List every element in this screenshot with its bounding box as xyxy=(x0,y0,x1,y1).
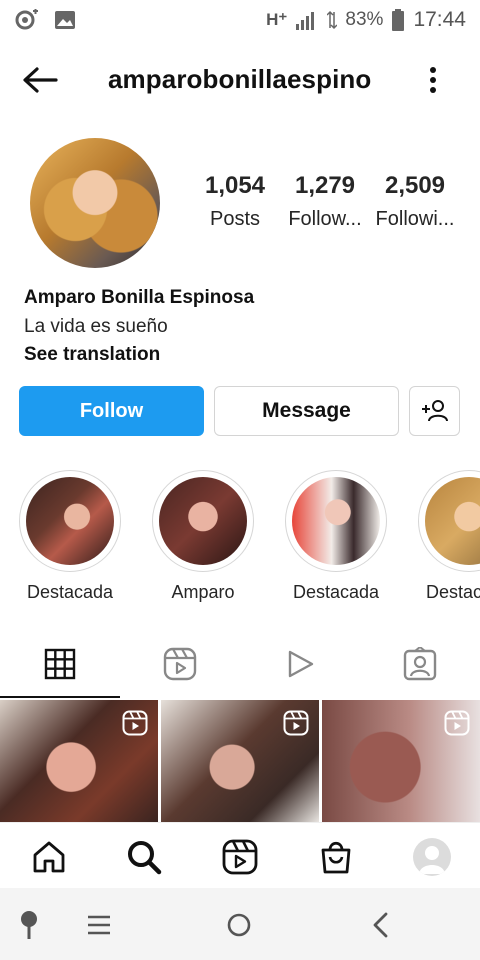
reel-badge-icon xyxy=(122,710,148,736)
stat-value: 1,054 xyxy=(204,172,266,199)
post-thumbnail[interactable] xyxy=(0,700,158,822)
highlight-photo xyxy=(26,477,114,565)
tab-grid[interactable] xyxy=(0,630,120,698)
highlight-cover xyxy=(152,470,254,572)
stat-value: 2,509 xyxy=(384,172,446,199)
highlight-cover xyxy=(418,470,480,572)
nav-search[interactable] xyxy=(122,835,166,879)
profile-top-bar: amparobonillaespino xyxy=(0,52,480,108)
profile-tabs xyxy=(0,630,480,698)
back-arrow-icon xyxy=(23,67,58,93)
grid-icon xyxy=(44,648,76,680)
profile-photo xyxy=(30,138,160,268)
highlight-label: Amparo xyxy=(171,582,235,602)
signal-icon xyxy=(295,10,319,30)
profile-bio: La vida es sueño xyxy=(24,316,168,337)
status-bar: H⁺ 83% 17:44 xyxy=(0,0,480,40)
stat-label: Followi... xyxy=(375,208,455,230)
message-button[interactable]: Message xyxy=(214,386,399,436)
reels-icon xyxy=(222,839,258,875)
pin-icon[interactable] xyxy=(12,908,46,942)
bottom-navigation xyxy=(0,822,480,888)
nav-profile[interactable] xyxy=(410,835,454,879)
profile-avatar-icon xyxy=(413,838,451,876)
back-nav-icon[interactable] xyxy=(364,908,398,942)
follow-button[interactable]: Follow xyxy=(19,386,204,436)
home-button-icon[interactable] xyxy=(222,908,256,942)
profile-avatar[interactable] xyxy=(30,138,160,268)
gallery-icon xyxy=(54,10,76,30)
post-thumbnail[interactable] xyxy=(161,700,319,822)
reel-badge-icon xyxy=(283,710,309,736)
nav-shop[interactable] xyxy=(314,835,358,879)
highlight-cover xyxy=(19,470,121,572)
highlight-item[interactable]: Destacada xyxy=(269,470,403,603)
highlight-photo xyxy=(425,477,480,565)
profile-username: amparobonillaespino xyxy=(108,64,372,94)
stat-value: 1,279 xyxy=(294,172,356,199)
suggested-users-button[interactable] xyxy=(409,386,460,436)
profile-stats: 1,054 Posts 1,279 Follow... 2,509 Follow… xyxy=(190,172,460,231)
shop-icon xyxy=(321,841,351,874)
battery-icon xyxy=(391,9,405,31)
posts-grid xyxy=(0,700,480,822)
add-person-icon xyxy=(421,400,448,422)
tab-videos[interactable] xyxy=(240,630,360,698)
highlight-cover xyxy=(285,470,387,572)
highlight-label: Destacada xyxy=(292,582,380,602)
battery-percent: 83% xyxy=(345,9,384,30)
highlight-label: Destac xyxy=(426,582,480,602)
highlight-photo xyxy=(292,477,380,565)
highlight-photo xyxy=(159,477,247,565)
system-navigation-bar xyxy=(0,888,480,960)
search-icon xyxy=(128,841,162,875)
play-icon xyxy=(288,650,314,678)
stat-label: Posts xyxy=(209,208,261,230)
story-highlights: Destacada Amparo Destacada Destac xyxy=(0,470,480,610)
more-vertical-icon xyxy=(430,67,436,93)
home-icon xyxy=(33,841,65,873)
clock: 17:44 xyxy=(413,8,466,31)
tab-reels[interactable] xyxy=(120,630,240,698)
tagged-icon xyxy=(403,647,437,681)
highlight-item[interactable]: Destacada xyxy=(3,470,137,603)
back-button[interactable] xyxy=(22,64,62,96)
highlight-item[interactable]: Destac xyxy=(402,470,480,603)
post-thumbnail[interactable] xyxy=(322,700,480,822)
network-type: H⁺ xyxy=(266,10,288,29)
stat-following[interactable]: 2,509 Followi... xyxy=(370,172,460,231)
highlight-item[interactable]: Amparo xyxy=(136,470,270,603)
data-arrows-icon xyxy=(327,10,338,30)
tab-tagged[interactable] xyxy=(360,630,480,698)
nav-home[interactable] xyxy=(27,835,71,879)
recent-apps-icon[interactable] xyxy=(82,908,116,942)
profile-display-name: Amparo Bonilla Espinosa xyxy=(24,287,255,308)
stat-followers[interactable]: 1,279 Follow... xyxy=(280,172,370,231)
reel-badge-icon xyxy=(444,710,470,736)
stat-posts[interactable]: 1,054 Posts xyxy=(190,172,280,231)
more-options-button[interactable] xyxy=(420,62,446,98)
see-translation-link[interactable]: See translation xyxy=(24,344,160,366)
nav-reels[interactable] xyxy=(218,835,262,879)
reels-icon xyxy=(163,647,197,681)
stat-label: Follow... xyxy=(288,208,362,230)
sync-icon xyxy=(14,9,40,31)
highlight-label: Destacada xyxy=(26,582,114,602)
